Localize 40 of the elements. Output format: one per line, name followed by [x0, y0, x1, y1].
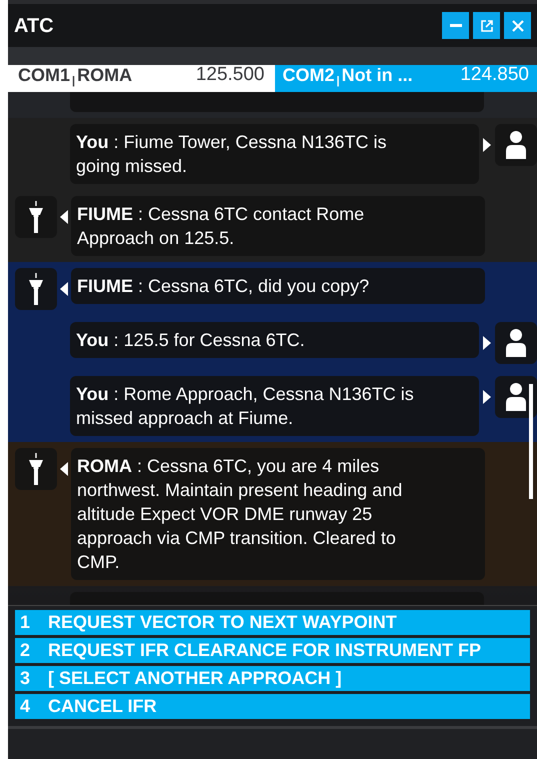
- com-tab[interactable]: COM1|ROMA 125.500: [8, 65, 274, 92]
- caret-icon: [483, 336, 491, 350]
- message-bubble: FIUME : Cessna 6TC contact Rome Approach on 125.5.: [71, 196, 485, 256]
- com-label: COM1: [18, 64, 70, 87]
- message-bubble: FIUME : Cessna 6TC, did you copy?: [71, 268, 485, 304]
- atc-option[interactable]: 2 REQUEST IFR CLEARANCE FOR INSTRUMENT FP: [15, 638, 530, 663]
- atc-option[interactable]: 1 REQUEST VECTOR TO NEXT WAYPOINT: [15, 610, 530, 635]
- atc-option[interactable]: 4 CANCEL IFR: [15, 694, 530, 719]
- person-icon: [506, 383, 526, 411]
- close-icon: [512, 20, 524, 32]
- message-bubble: You : 125.5 for Cessna 6TC.: [70, 322, 479, 358]
- frequency-text: 124.850: [460, 62, 529, 86]
- control-tower-icon: [27, 273, 45, 305]
- minimize-icon: [450, 24, 462, 27]
- caret-icon: [483, 390, 491, 404]
- close-button[interactable]: [504, 12, 531, 39]
- separator-mark: |: [71, 74, 76, 88]
- message-bubble: You : Fiume Tower, Cessna N136TC is going missed.: [70, 124, 479, 184]
- control-tower-icon: [27, 453, 45, 485]
- atc-option[interactable]: 3 [ SELECT ANOTHER APPROACH ]: [15, 666, 530, 691]
- pop-out-button[interactable]: [473, 12, 500, 39]
- pop-out-icon: [480, 20, 492, 32]
- station-name: ROMA: [77, 64, 132, 87]
- caret-icon: [483, 138, 491, 152]
- message-bubble: ROMA : Cessna 6TC, you are 4 miles northwest. Maintain present heading and altitude Expect VOR DME runway 25 approach via CMP transition. Cleared to CMP.: [71, 448, 485, 580]
- person-icon: [506, 329, 526, 357]
- com-label: COM2: [282, 64, 335, 87]
- caret-icon: [60, 210, 68, 224]
- person-icon: [506, 131, 526, 159]
- scrollbar-thumb[interactable]: [529, 384, 533, 499]
- message-bubble: You : Rome Approach, Cessna N136TC is missed approach at Fiume.: [70, 376, 479, 436]
- com-tab[interactable]: COM2|Not in ... 124.850: [274, 65, 537, 92]
- minimize-button[interactable]: [442, 12, 469, 39]
- caret-icon: [60, 462, 68, 476]
- frequency-text: 125.500: [196, 62, 264, 86]
- control-tower-icon: [27, 201, 45, 233]
- caret-icon: [60, 282, 68, 296]
- separator-mark: |: [336, 74, 341, 88]
- station-name: Not in ...: [342, 64, 413, 87]
- window-title: ATC: [14, 14, 54, 38]
